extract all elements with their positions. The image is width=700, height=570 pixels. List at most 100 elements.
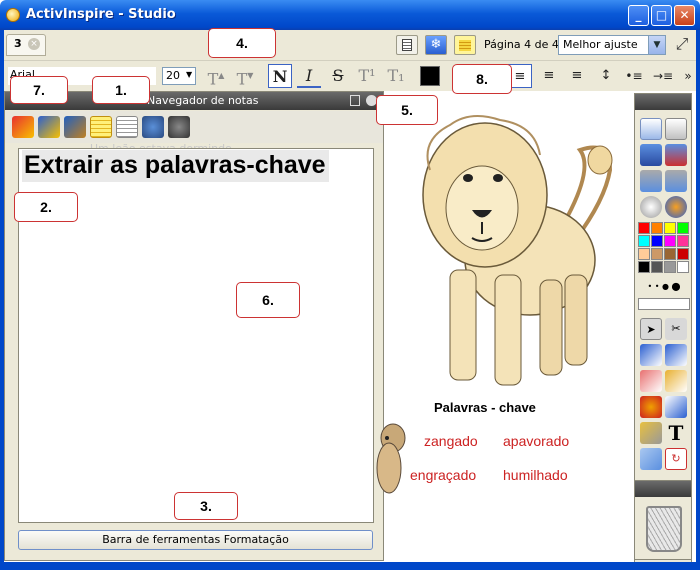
- text-tool-icon[interactable]: T: [665, 422, 687, 444]
- notes-icon: [459, 40, 471, 51]
- indent-icon[interactable]: →≡: [651, 64, 675, 88]
- object-browser-icon[interactable]: [64, 116, 86, 138]
- chevron-down-icon[interactable]: ▼: [648, 36, 665, 54]
- panel-icon-row: [5, 111, 383, 143]
- tab-label: 3: [14, 37, 22, 50]
- app-logo-icon: [6, 8, 20, 22]
- color-swatch[interactable]: [638, 261, 650, 273]
- panel-page-icon[interactable]: [350, 95, 360, 106]
- minimize-icon: _: [635, 8, 642, 22]
- page-sorter-button[interactable]: [396, 35, 418, 55]
- callout-5: 5.: [376, 95, 438, 125]
- window-frame-bottom: [0, 562, 700, 570]
- color-swatch-icon[interactable]: [420, 66, 440, 86]
- color-swatch[interactable]: [677, 248, 689, 260]
- grow-font-button[interactable]: T▲: [204, 64, 228, 88]
- browser-icon[interactable]: [665, 196, 687, 218]
- shrink-font-button[interactable]: T▼: [233, 64, 257, 88]
- color-swatch[interactable]: [651, 248, 663, 260]
- keyword-1[interactable]: zangado: [424, 433, 478, 449]
- color-swatch[interactable]: [664, 235, 676, 247]
- color-swatch[interactable]: [677, 235, 689, 247]
- pen-size-dots[interactable]: • • ● ⬤: [640, 282, 688, 292]
- fill-icon[interactable]: [665, 370, 687, 392]
- color-swatch[interactable]: [638, 235, 650, 247]
- color-swatch[interactable]: [677, 261, 689, 273]
- grow-font-label: T: [207, 69, 219, 89]
- canvas-caption[interactable]: Palavras - chave: [434, 400, 536, 415]
- window-frame-left: [0, 30, 4, 562]
- color-swatch[interactable]: [651, 261, 663, 273]
- window-frame-right: [696, 30, 700, 562]
- pen-mode-icon[interactable]: [640, 144, 662, 166]
- superscript-button[interactable]: T¹: [355, 64, 379, 88]
- highlighter-icon[interactable]: [665, 344, 687, 366]
- strikethrough-button[interactable]: S: [326, 64, 350, 88]
- bullet-list-icon[interactable]: •≡: [622, 64, 646, 88]
- close-icon: ✕: [679, 8, 690, 22]
- callout-8: 8.: [452, 64, 512, 94]
- chevron-down-icon[interactable]: ▼: [186, 70, 192, 79]
- notes-browser-icon[interactable]: [90, 116, 112, 138]
- main-menu-icon[interactable]: [640, 118, 662, 140]
- eraser-icon[interactable]: [640, 370, 662, 392]
- maximize-button[interactable]: □: [651, 5, 672, 26]
- pen-width-slider[interactable]: [638, 298, 690, 310]
- line-spacing-icon[interactable]: ↕: [594, 64, 618, 88]
- connector-icon[interactable]: [665, 396, 687, 418]
- page-sorter-icon: [402, 39, 412, 51]
- trash-header: [635, 481, 691, 497]
- trash-icon[interactable]: [646, 506, 682, 552]
- select-icon[interactable]: ➤: [640, 318, 662, 340]
- color-swatch[interactable]: [638, 222, 650, 234]
- italic-button[interactable]: I: [297, 64, 321, 88]
- align-right-icon[interactable]: ≡: [565, 64, 589, 88]
- callout-4: 4.: [208, 28, 276, 58]
- shrink-font-label: T: [236, 69, 248, 89]
- color-swatch[interactable]: [651, 235, 663, 247]
- panel-title: Navegador de notas: [147, 94, 259, 107]
- keyword-2[interactable]: apavorado: [503, 433, 569, 449]
- keyword-3[interactable]: engraçado: [410, 467, 476, 483]
- property-browser-icon[interactable]: [116, 116, 138, 138]
- bold-button[interactable]: N: [268, 64, 292, 88]
- clip-icon[interactable]: [640, 422, 662, 444]
- lion-image[interactable]: [410, 110, 625, 395]
- window-title: ActivInspire - Studio: [26, 7, 176, 22]
- desktop-annotate-icon[interactable]: [665, 144, 687, 166]
- mouse-image[interactable]: [375, 418, 410, 498]
- subscript-button[interactable]: T₁: [384, 64, 408, 88]
- resource-button[interactable]: ❄: [425, 35, 447, 55]
- reset-icon[interactable]: ↻: [665, 448, 687, 470]
- color-swatch[interactable]: [677, 222, 689, 234]
- prev-page-icon[interactable]: [640, 170, 662, 192]
- minimize-button[interactable]: _: [628, 5, 649, 26]
- pen-icon[interactable]: [640, 344, 662, 366]
- page-browser-icon[interactable]: [12, 116, 34, 138]
- callout-6: 6.: [236, 282, 300, 318]
- close-button[interactable]: ✕: [674, 5, 695, 26]
- resource-browser-icon[interactable]: [38, 116, 60, 138]
- clear-icon[interactable]: [640, 448, 662, 470]
- shape-icon[interactable]: [640, 396, 662, 418]
- color-swatch[interactable]: [638, 248, 650, 260]
- color-swatch[interactable]: [664, 261, 676, 273]
- tools-icon[interactable]: ✂: [665, 318, 687, 340]
- align-center-icon[interactable]: ≡: [537, 64, 561, 88]
- tab-page-3[interactable]: [6, 34, 46, 56]
- fullscreen-icon[interactable]: ⤢: [673, 36, 691, 54]
- notes-button[interactable]: [454, 35, 476, 55]
- color-swatch[interactable]: [664, 248, 676, 260]
- formatting-toolbar-button[interactable]: Barra de ferramentas Formatação: [18, 530, 373, 550]
- action-browser-icon[interactable]: [142, 116, 164, 138]
- tab-close-icon[interactable]: ×: [28, 38, 40, 50]
- voting-browser-icon[interactable]: [168, 116, 190, 138]
- play-icon[interactable]: [640, 196, 662, 218]
- color-swatch[interactable]: [664, 222, 676, 234]
- note-heading[interactable]: Extrair as palavras-chave: [22, 150, 329, 182]
- color-swatch[interactable]: [651, 222, 663, 234]
- next-page-icon[interactable]: [665, 170, 687, 192]
- keyword-4[interactable]: humilhado: [503, 467, 568, 483]
- profile-icon[interactable]: [665, 118, 687, 140]
- color-palette[interactable]: [638, 222, 690, 276]
